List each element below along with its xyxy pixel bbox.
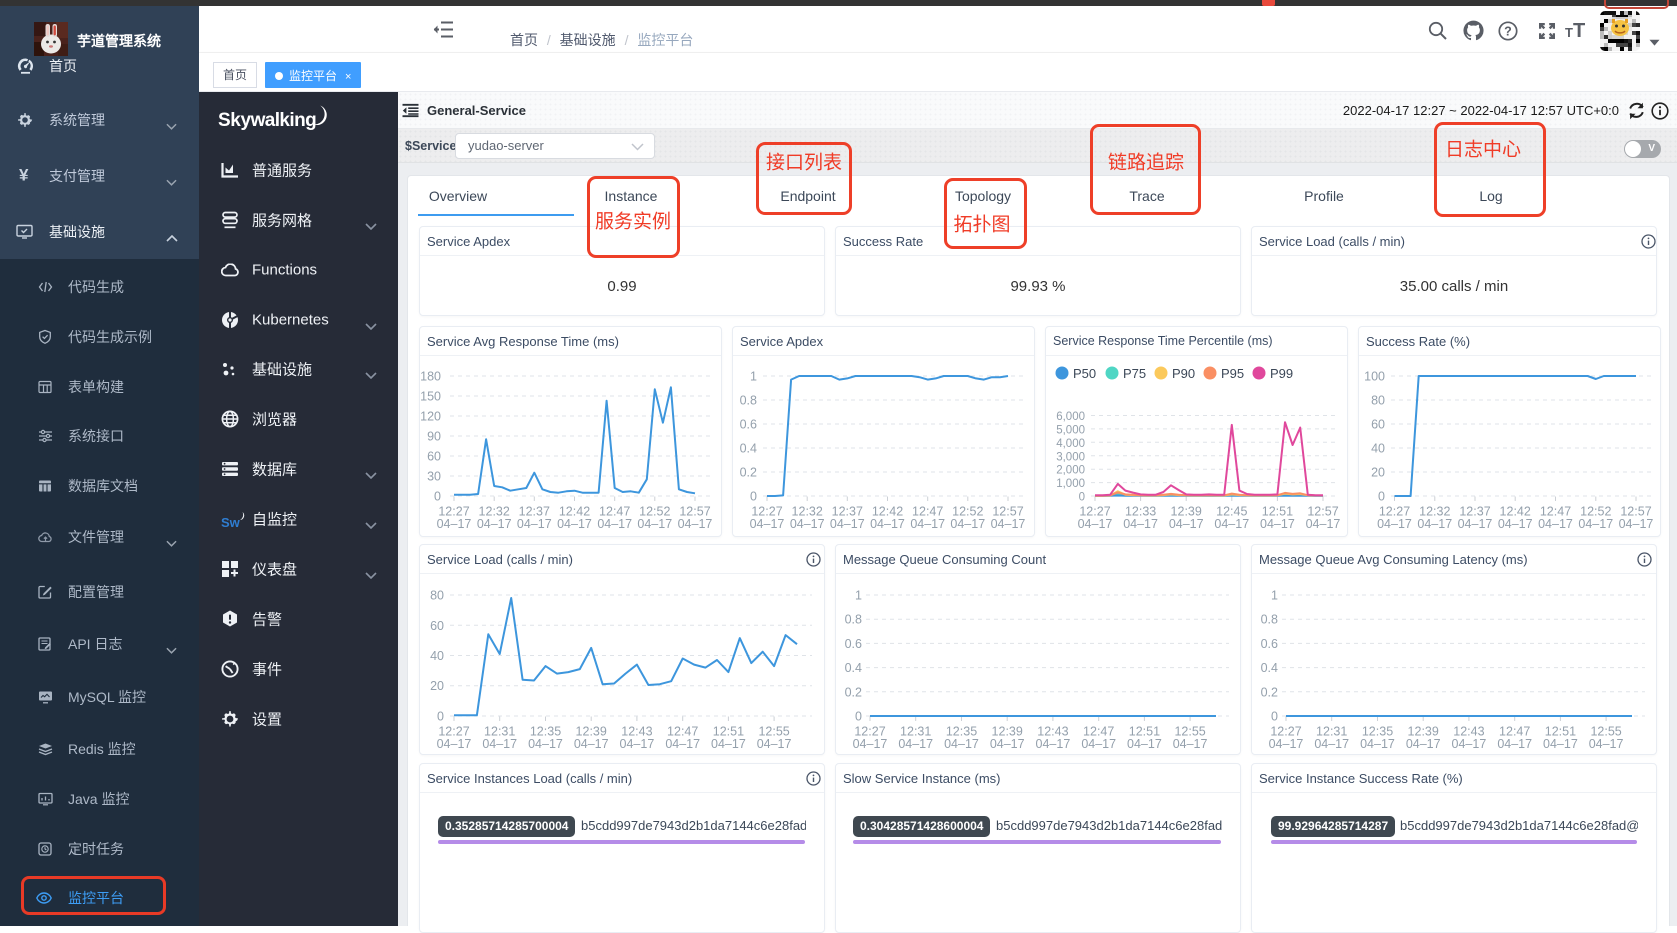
svg-text:04–17: 04–17 [1169, 517, 1204, 531]
svg-text:80: 80 [430, 589, 444, 603]
svg-text:60: 60 [427, 450, 441, 464]
svg-text:0: 0 [1079, 492, 1085, 504]
svg-text:04–17: 04–17 [1406, 737, 1441, 751]
svg-text:04–17: 04–17 [1589, 737, 1624, 751]
svg-text:0: 0 [750, 490, 757, 504]
svg-text:60: 60 [430, 619, 444, 633]
svg-text:04–17: 04–17 [910, 517, 945, 531]
svg-text:04–17: 04–17 [1543, 737, 1578, 751]
svg-text:04–17: 04–17 [1078, 517, 1113, 531]
svg-text:20: 20 [430, 679, 444, 693]
svg-text:04–17: 04–17 [437, 737, 472, 751]
svg-text:04–17: 04–17 [517, 517, 552, 531]
svg-text:2,000: 2,000 [1056, 465, 1085, 477]
svg-text:5,000: 5,000 [1056, 424, 1085, 436]
svg-text:04–17: 04–17 [1578, 517, 1613, 531]
svg-text:0: 0 [437, 710, 444, 724]
svg-text:04–17: 04–17 [991, 517, 1026, 531]
svg-text:60: 60 [1371, 418, 1385, 432]
svg-text:1: 1 [750, 370, 757, 384]
svg-text:04–17: 04–17 [1497, 737, 1532, 751]
svg-text:40: 40 [430, 649, 444, 663]
svg-text:0.8: 0.8 [740, 394, 757, 408]
svg-text:1,000: 1,000 [1056, 478, 1085, 490]
svg-text:04–17: 04–17 [898, 737, 933, 751]
svg-text:90: 90 [427, 430, 441, 444]
svg-text:04–17: 04–17 [1123, 517, 1158, 531]
svg-text:P50: P50 [1073, 366, 1096, 381]
svg-text:20: 20 [1371, 466, 1385, 480]
svg-text:04–17: 04–17 [1269, 737, 1304, 751]
svg-text:P90: P90 [1172, 366, 1195, 381]
svg-text:04–17: 04–17 [528, 737, 563, 751]
svg-text:04–17: 04–17 [1036, 737, 1071, 751]
svg-text:30: 30 [427, 470, 441, 484]
svg-text:0.2: 0.2 [740, 466, 757, 480]
svg-text:P95: P95 [1221, 366, 1244, 381]
svg-text:04–17: 04–17 [790, 517, 825, 531]
svg-text:0.4: 0.4 [1261, 661, 1278, 675]
svg-text:04–17: 04–17 [1417, 517, 1452, 531]
svg-text:P99: P99 [1270, 366, 1293, 381]
svg-text:1: 1 [855, 589, 862, 603]
svg-text:0.4: 0.4 [845, 661, 862, 675]
svg-text:04–17: 04–17 [1127, 737, 1162, 751]
svg-text:80: 80 [1371, 394, 1385, 408]
svg-text:04–17: 04–17 [1377, 517, 1412, 531]
svg-text:04–17: 04–17 [750, 517, 785, 531]
svg-text:180: 180 [420, 370, 441, 384]
svg-text:04–17: 04–17 [557, 517, 592, 531]
svg-text:04–17: 04–17 [950, 517, 985, 531]
svg-text:04–17: 04–17 [1260, 517, 1295, 531]
svg-text:04–17: 04–17 [637, 517, 672, 531]
svg-text:04–17: 04–17 [1306, 517, 1341, 531]
svg-text:04–17: 04–17 [1360, 737, 1395, 751]
svg-text:04–17: 04–17 [665, 737, 700, 751]
svg-text:04–17: 04–17 [482, 737, 517, 751]
svg-text:0.2: 0.2 [845, 685, 862, 699]
svg-text:0.6: 0.6 [1261, 637, 1278, 651]
svg-text:150: 150 [420, 390, 441, 404]
svg-text:04–17: 04–17 [1314, 737, 1349, 751]
svg-text:04–17: 04–17 [1498, 517, 1533, 531]
svg-text:40: 40 [1371, 442, 1385, 456]
svg-text:120: 120 [420, 410, 441, 424]
svg-text:3,000: 3,000 [1056, 451, 1085, 463]
svg-text:04–17: 04–17 [990, 737, 1025, 751]
svg-text:04–17: 04–17 [1081, 737, 1116, 751]
svg-text:0: 0 [1378, 490, 1385, 504]
svg-text:100: 100 [1364, 370, 1385, 384]
svg-text:04–17: 04–17 [870, 517, 905, 531]
svg-text:0.8: 0.8 [1261, 613, 1278, 627]
svg-text:04–17: 04–17 [711, 737, 746, 751]
svg-text:04–17: 04–17 [1214, 517, 1249, 531]
svg-text:6,000: 6,000 [1056, 411, 1085, 423]
svg-text:04–17: 04–17 [1173, 737, 1208, 751]
svg-text:04–17: 04–17 [574, 737, 609, 751]
svg-text:0.6: 0.6 [845, 637, 862, 651]
svg-text:04–17: 04–17 [1538, 517, 1573, 531]
svg-text:0.8: 0.8 [845, 613, 862, 627]
svg-text:04–17: 04–17 [597, 517, 632, 531]
svg-text:0.4: 0.4 [740, 442, 757, 456]
svg-text:0.2: 0.2 [1261, 685, 1278, 699]
svg-text:04–17: 04–17 [1458, 517, 1493, 531]
svg-text:04–17: 04–17 [477, 517, 512, 531]
svg-text:4,000: 4,000 [1056, 438, 1085, 450]
svg-text:04–17: 04–17 [853, 737, 888, 751]
svg-text:04–17: 04–17 [620, 737, 655, 751]
svg-text:04–17: 04–17 [830, 517, 865, 531]
svg-text:04–17: 04–17 [678, 517, 713, 531]
svg-text:04–17: 04–17 [1452, 737, 1487, 751]
svg-text:P75: P75 [1123, 366, 1146, 381]
svg-text:0.6: 0.6 [740, 418, 757, 432]
svg-text:04–17: 04–17 [757, 737, 792, 751]
svg-text:0: 0 [1271, 710, 1278, 724]
svg-text:0: 0 [855, 710, 862, 724]
svg-text:04–17: 04–17 [1619, 517, 1654, 531]
svg-text:1: 1 [1271, 589, 1278, 603]
svg-text:04–17: 04–17 [437, 517, 472, 531]
svg-text:04–17: 04–17 [944, 737, 979, 751]
svg-text:0: 0 [434, 490, 441, 504]
